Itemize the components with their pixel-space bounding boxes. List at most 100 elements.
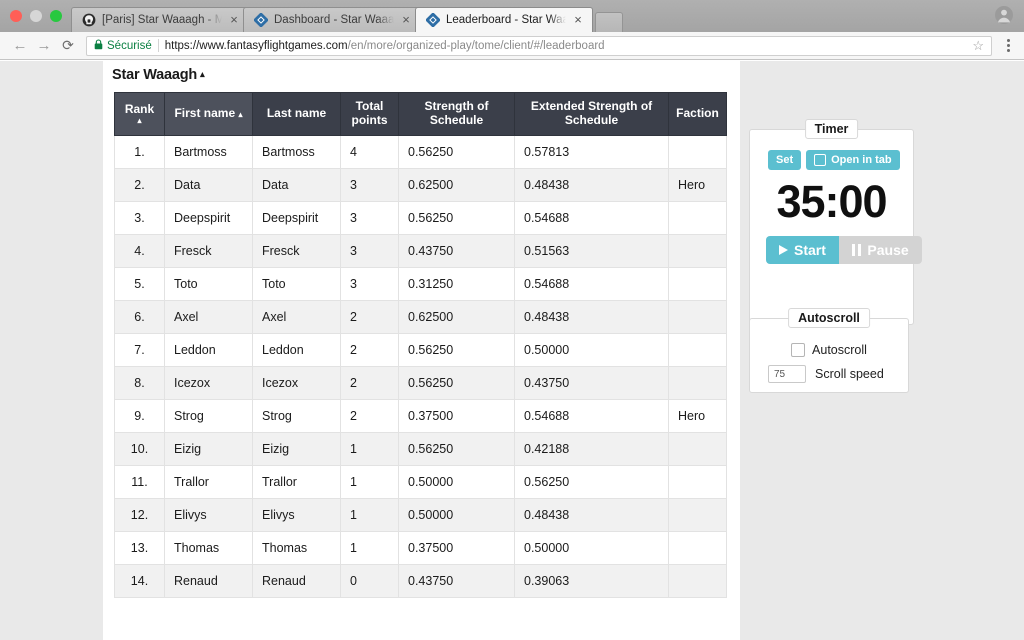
cell-first-name: Axel [164,299,253,334]
column-header-extended-strength-of-schedule[interactable]: Extended Strength of Schedule [514,92,669,136]
reload-icon[interactable]: ⟳ [56,34,80,58]
cell-first-name: Bartmoss [164,134,253,169]
cell-last-name: Deepspirit [252,200,341,235]
pause-icon [851,244,862,256]
cell-last-name: Elivys [252,497,341,532]
cell-total-points: 2 [340,299,399,334]
cell-last-name: Thomas [252,530,341,565]
scroll-speed-label: Scroll speed [815,367,884,381]
cell-rank: 6. [114,299,165,334]
cell-last-name: Data [252,167,341,202]
timer-open-in-tab-label: Open in tab [831,153,892,166]
table-row: 1. Bartmoss Bartmoss 4 0.56250 0.57813 [114,134,727,169]
table-row: 10. Eizig Eizig 1 0.56250 0.42188 [114,431,727,466]
new-tab-button[interactable] [595,12,623,32]
timer-open-in-tab-button[interactable]: Open in tab [806,150,900,170]
sort-ascending-icon: ▴ [238,109,243,119]
timer-set-button[interactable]: Set [768,150,802,170]
cell-faction: Hero [668,398,727,433]
cell-faction [668,497,727,532]
cell-total-points: 1 [340,464,399,499]
cell-rank: 10. [114,431,165,466]
autoscroll-checkbox[interactable] [791,343,806,357]
browser-tab-1[interactable]: [Paris] Star Waaagh - Mardi 19 × [71,7,249,32]
bookmark-star-icon[interactable]: ☆ [969,38,987,54]
column-header-faction[interactable]: Faction [668,92,727,136]
cell-strength-of-schedule: 0.56250 [398,365,515,400]
cell-extended-strength-of-schedule: 0.51563 [514,233,669,268]
cell-extended-strength-of-schedule: 0.48438 [514,497,669,532]
leaderboard-card: Star Waaagh ▴ Rank ▴ First name ▴ Last nam… [103,61,740,640]
cell-total-points: 1 [340,431,399,466]
cell-strength-of-schedule: 0.37500 [398,398,515,433]
sort-ascending-icon: ▴ [137,116,142,126]
cell-total-points: 2 [340,332,399,367]
table-row: 6. Axel Axel 2 0.62500 0.48438 [114,299,727,334]
cell-total-points: 2 [340,365,399,400]
helmet-icon [82,13,96,27]
profile-avatar-icon[interactable] [994,5,1014,25]
cell-last-name: Axel [252,299,341,334]
cell-total-points: 3 [340,233,399,268]
cell-extended-strength-of-schedule: 0.43750 [514,365,669,400]
column-header-last-name[interactable]: Last name [252,92,341,136]
browser-window: [Paris] Star Waaagh - Mardi 19 × Dashboa… [0,0,1024,640]
cell-extended-strength-of-schedule: 0.57813 [514,134,669,169]
url-host: www.fantasyflightgames.com [199,39,348,52]
timer-pause-button[interactable]: Pause [838,236,922,264]
cell-last-name: Eizig [252,431,341,466]
timer-start-button[interactable]: Start [766,236,839,264]
column-header-strength-of-schedule[interactable]: Strength of Schedule [398,92,515,136]
zoom-window-button[interactable] [50,10,62,22]
column-header-rank[interactable]: Rank ▴ [114,92,165,136]
scroll-speed-input[interactable]: 75 [768,365,806,383]
column-header-first-name[interactable]: First name ▴ [164,92,253,136]
collapse-caret-icon[interactable]: ▴ [200,69,205,79]
cell-last-name: Icezox [252,365,341,400]
cell-strength-of-schedule: 0.50000 [398,497,515,532]
page-title: Star Waaagh ▴ [103,61,740,83]
ffg-diamond-icon [425,12,441,28]
address-bar[interactable]: Sécurisé https://www.fantasyflightgames.… [86,35,992,56]
back-icon[interactable]: ← [8,34,32,58]
browser-tab-1-close-icon[interactable]: × [228,12,240,27]
cell-rank: 4. [114,233,165,268]
cell-first-name: Trallor [164,464,253,499]
cell-extended-strength-of-schedule: 0.39063 [514,563,669,598]
browser-tab-2-close-icon[interactable]: × [400,12,412,27]
close-window-button[interactable] [10,10,22,22]
browser-tab-2[interactable]: Dashboard - Star Waaagh × [243,7,421,32]
cell-total-points: 2 [340,398,399,433]
autoscroll-widget-legend: Autoscroll [788,308,870,328]
cell-faction [668,431,727,466]
cell-rank: 8. [114,365,165,400]
autoscroll-speed-row: 75 Scroll speed [750,357,908,383]
browser-tab-3-close-icon[interactable]: × [572,12,584,27]
cell-strength-of-schedule: 0.31250 [398,266,515,301]
cell-faction [668,233,727,268]
page-title-text: Star Waaagh [112,67,198,83]
cell-rank: 14. [114,563,165,598]
kebab-menu-icon[interactable] [996,39,1016,52]
minimize-window-button[interactable] [30,10,42,22]
browser-tab-3[interactable]: Leaderboard - Star Waaagh × [415,7,593,32]
column-header-total-points[interactable]: Total points [340,92,399,136]
table-row: 5. Toto Toto 3 0.31250 0.54688 [114,266,727,301]
cell-extended-strength-of-schedule: 0.54688 [514,398,669,433]
cell-first-name: Elivys [164,497,253,532]
cell-first-name: Thomas [164,530,253,565]
cell-rank: 13. [114,530,165,565]
cell-last-name: Strog [252,398,341,433]
forward-icon[interactable]: → [32,34,56,58]
cell-rank: 3. [114,200,165,235]
url-path: /en/more/organized-play/tome/client/#/le… [347,39,605,52]
table-row: 9. Strog Strog 2 0.37500 0.54688 Hero [114,398,727,433]
cell-total-points: 1 [340,497,399,532]
browser-tab-3-title: Leaderboard - Star Waaagh [446,14,566,26]
cell-total-points: 1 [340,530,399,565]
tab-strip: [Paris] Star Waaagh - Mardi 19 × Dashboa… [0,0,1024,32]
cell-first-name: Strog [164,398,253,433]
timer-pause-label: Pause [867,242,909,258]
address-bar-url: https://www.fantasyflightgames.com/en/mo… [165,40,970,52]
cell-strength-of-schedule: 0.62500 [398,167,515,202]
